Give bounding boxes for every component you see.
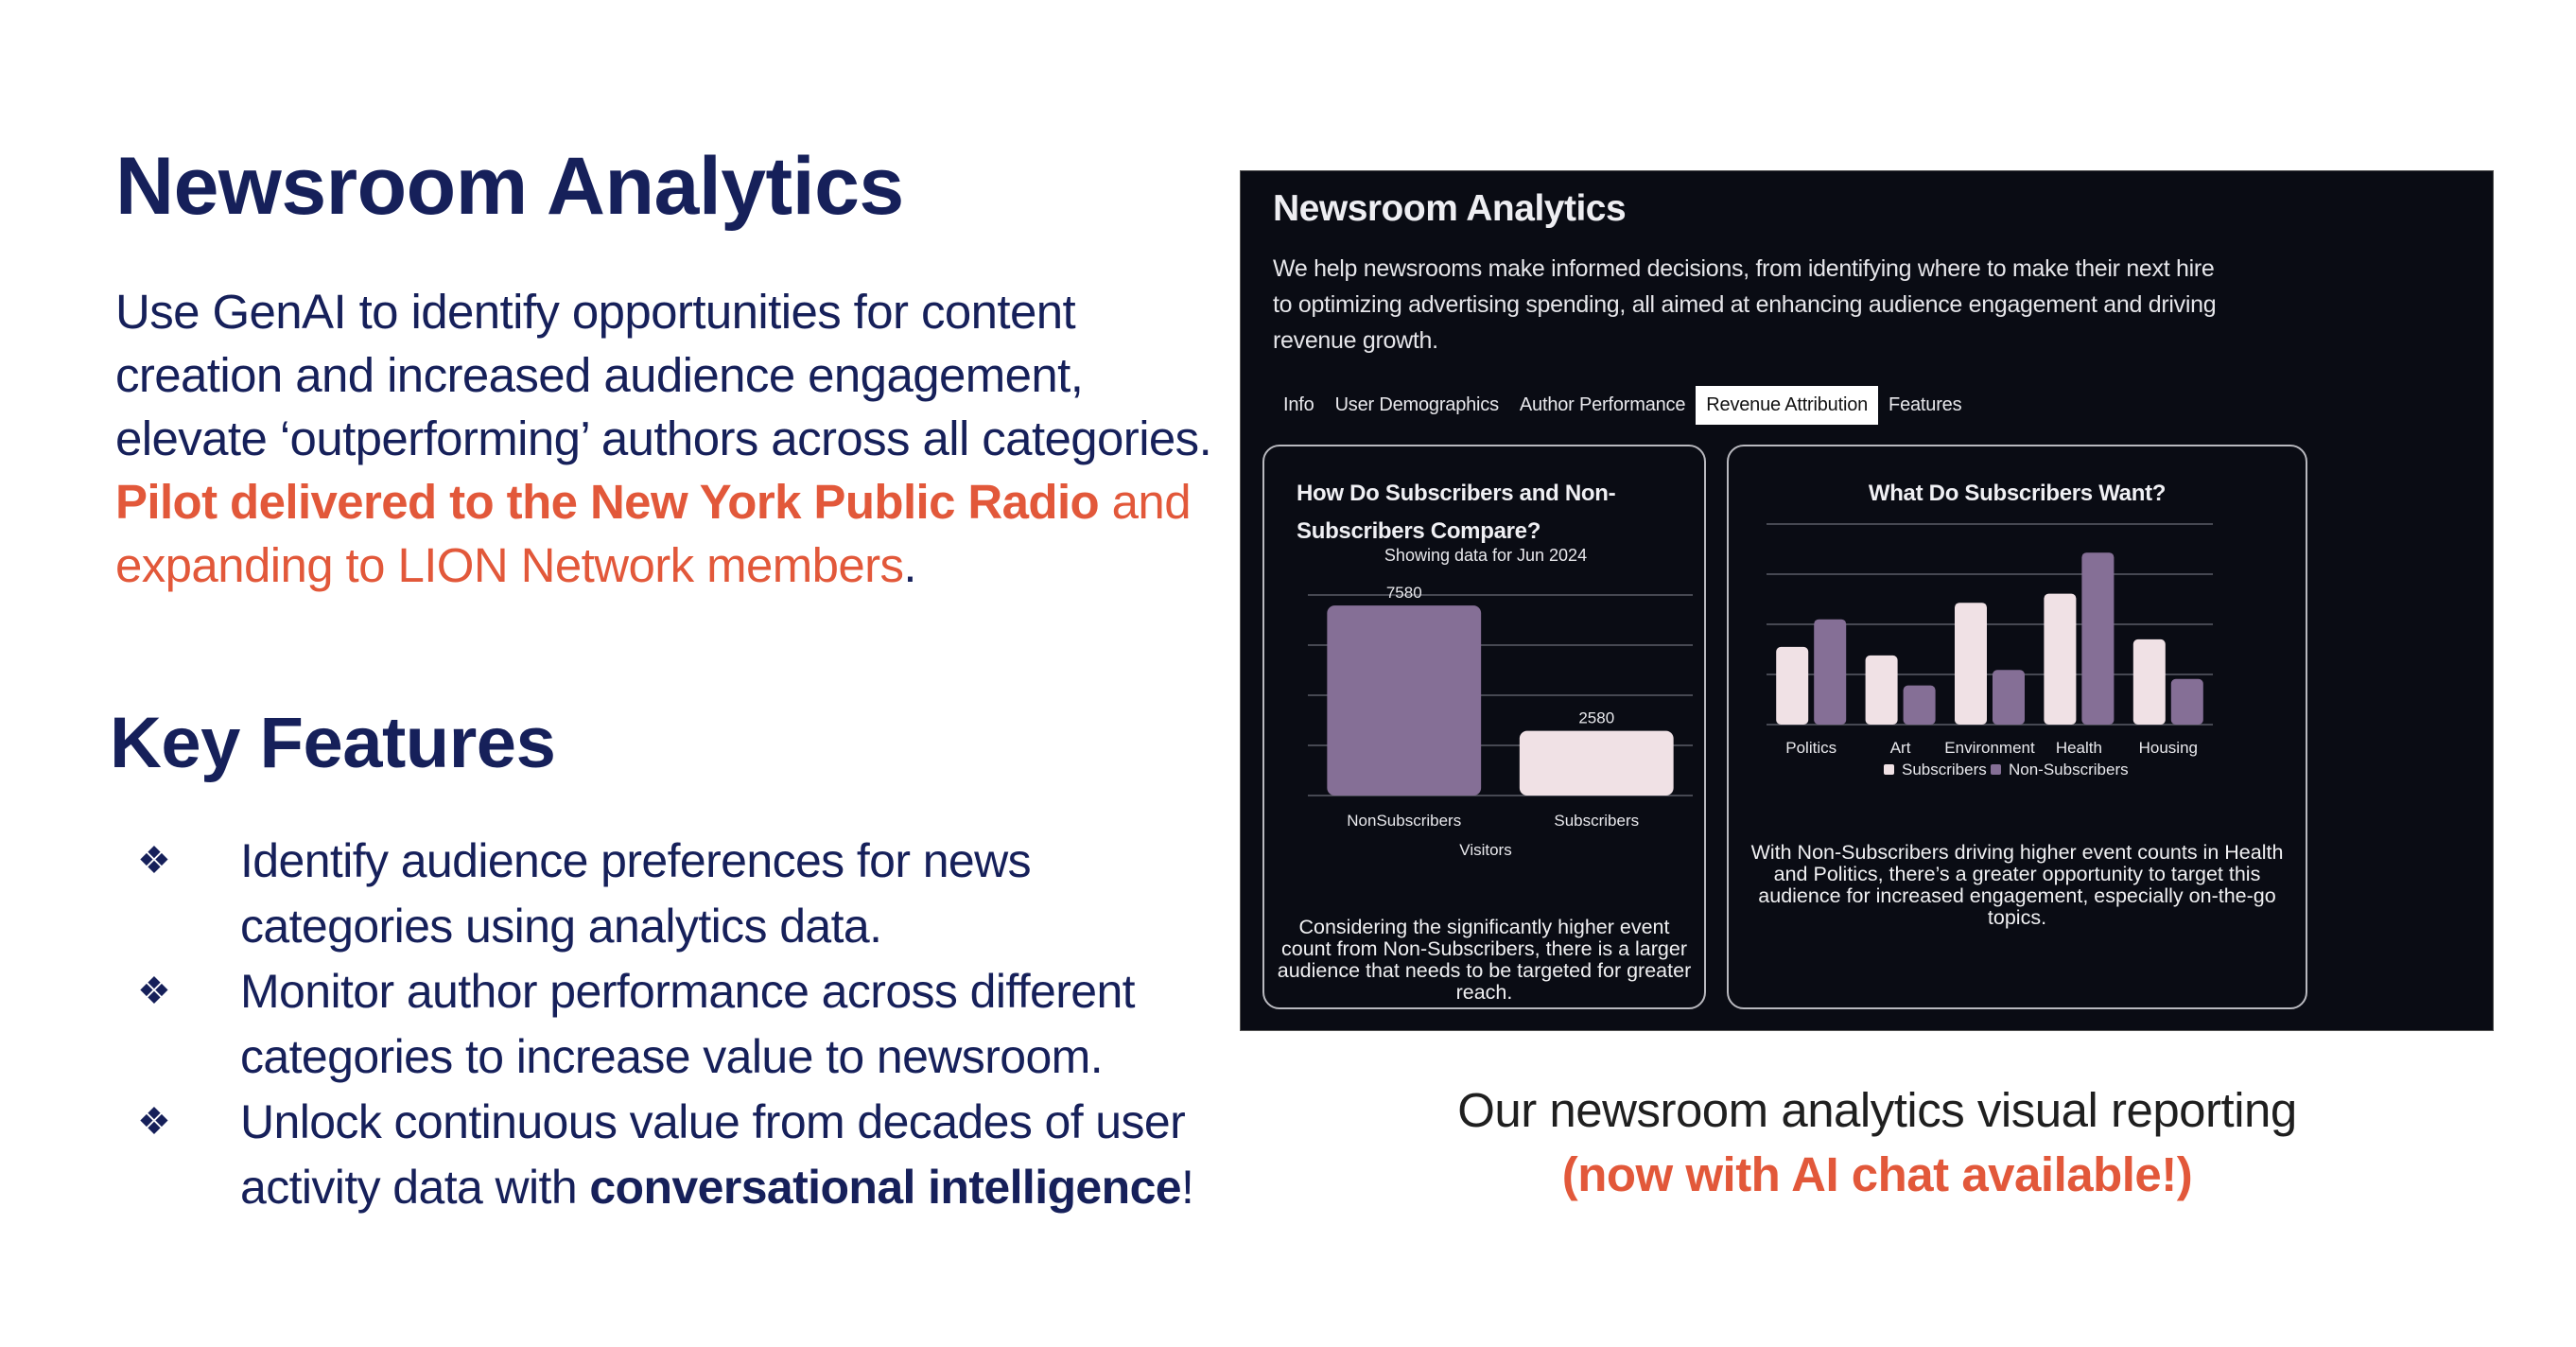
- diamond-bullet-icon: ❖: [137, 1101, 171, 1143]
- legend-label[interactable]: Non-Subscribers: [2009, 761, 2129, 778]
- feature-item: ❖ Unlock continuous value from decades of…: [137, 1090, 1234, 1220]
- intro-text: Use GenAI to identify opportunities for …: [115, 285, 1212, 465]
- tab-author-performance[interactable]: Author Performance: [1509, 386, 1696, 425]
- feature-end: !: [1181, 1161, 1194, 1214]
- chart-card-subscribers-want: What Do Subscribers Want? Politics Art Env…: [1727, 445, 2307, 1009]
- feature-item: ❖ Identify audience preferences for news …: [137, 829, 1234, 959]
- caption: Our newsroom analytics visual reporting …: [1324, 1078, 2430, 1207]
- bar-art-non-subscribers[interactable]: [1903, 685, 1936, 725]
- slide-title: Newsroom Analytics: [115, 141, 904, 232]
- diamond-bullet-icon: ❖: [137, 971, 171, 1012]
- tab-user-demographics[interactable]: User Demographics: [1325, 386, 1509, 425]
- bar-environment-non-subscribers[interactable]: [1993, 670, 2025, 725]
- chart-card-subscribers-compare: How Do Subscribers and Non-Subscribers C…: [1262, 445, 1706, 1009]
- dashboard-description: We help newsrooms make informed decision…: [1273, 255, 2217, 354]
- tab-revenue-attribution[interactable]: Revenue Attribution: [1696, 386, 1879, 425]
- feature-bold-text: conversational intelligence: [589, 1161, 1181, 1214]
- x-tick-label: Politics: [1785, 739, 1836, 757]
- key-features-title: Key Features: [110, 703, 556, 783]
- data-label: 7580: [1386, 584, 1422, 602]
- tab-bar: Info User Demographics Author Performanc…: [1273, 386, 1972, 425]
- dashboard-screenshot: Newsroom Analytics We help newsrooms mak…: [1240, 170, 2494, 1031]
- tab-info[interactable]: Info: [1273, 386, 1325, 425]
- card-insight: Considering the significantly higher eve…: [1277, 916, 1692, 1004]
- feature-text: Identify audience preferences for news c…: [240, 834, 1032, 953]
- legend-swatch: [1991, 764, 2001, 775]
- x-tick-label: NonSubscribers: [1347, 812, 1461, 830]
- x-axis-label: Visitors: [1459, 841, 1511, 859]
- bar-environment-subscribers[interactable]: [1955, 603, 1987, 725]
- intro-highlight-bold: Pilot delivered to the New York Public R…: [115, 475, 1100, 529]
- chart-subtitle: Showing data for Jun 2024: [1384, 546, 1587, 565]
- bar-politics-non-subscribers[interactable]: [1814, 619, 1847, 725]
- bar-subscribers[interactable]: [1519, 730, 1674, 796]
- caption-line: Our newsroom analytics visual reporting: [1457, 1083, 2297, 1137]
- x-tick-label: Subscribers: [1554, 812, 1639, 830]
- feature-item: ❖ Monitor author performance across diffe…: [137, 959, 1234, 1090]
- bar-health-non-subscribers[interactable]: [2081, 552, 2115, 725]
- x-tick-label: Art: [1890, 739, 1911, 757]
- data-label: 2580: [1578, 709, 1614, 727]
- intro-period: .: [903, 538, 916, 592]
- legend-swatch: [1884, 764, 1894, 775]
- bar-housing-non-subscribers[interactable]: [2170, 678, 2203, 725]
- x-tick-label: Environment: [1944, 739, 2035, 757]
- bar-nonsubscribers[interactable]: [1327, 605, 1482, 796]
- bar-art-subscribers[interactable]: [1865, 655, 1898, 725]
- intro-paragraph: Use GenAI to identify opportunities for …: [115, 280, 1212, 597]
- x-tick-label: Health: [2056, 739, 2102, 757]
- x-tick-label: Housing: [2139, 739, 2198, 757]
- card-insight: With Non-Subscribers driving higher even…: [1750, 841, 2284, 929]
- bar-politics-subscribers[interactable]: [1776, 646, 1809, 725]
- legend-label[interactable]: Subscribers: [1902, 761, 1987, 778]
- feature-text: Monitor author performance across differ…: [240, 965, 1136, 1083]
- caption-highlight: (now with AI chat available!): [1561, 1147, 2193, 1201]
- features-list: ❖ Identify audience preferences for news …: [137, 829, 1234, 1220]
- bar-health-subscribers[interactable]: [2044, 593, 2077, 725]
- dashboard-title: Newsroom Analytics: [1273, 188, 1627, 229]
- diamond-bullet-icon: ❖: [137, 840, 171, 882]
- bar-housing-subscribers[interactable]: [2132, 639, 2166, 725]
- tab-features[interactable]: Features: [1878, 386, 1972, 425]
